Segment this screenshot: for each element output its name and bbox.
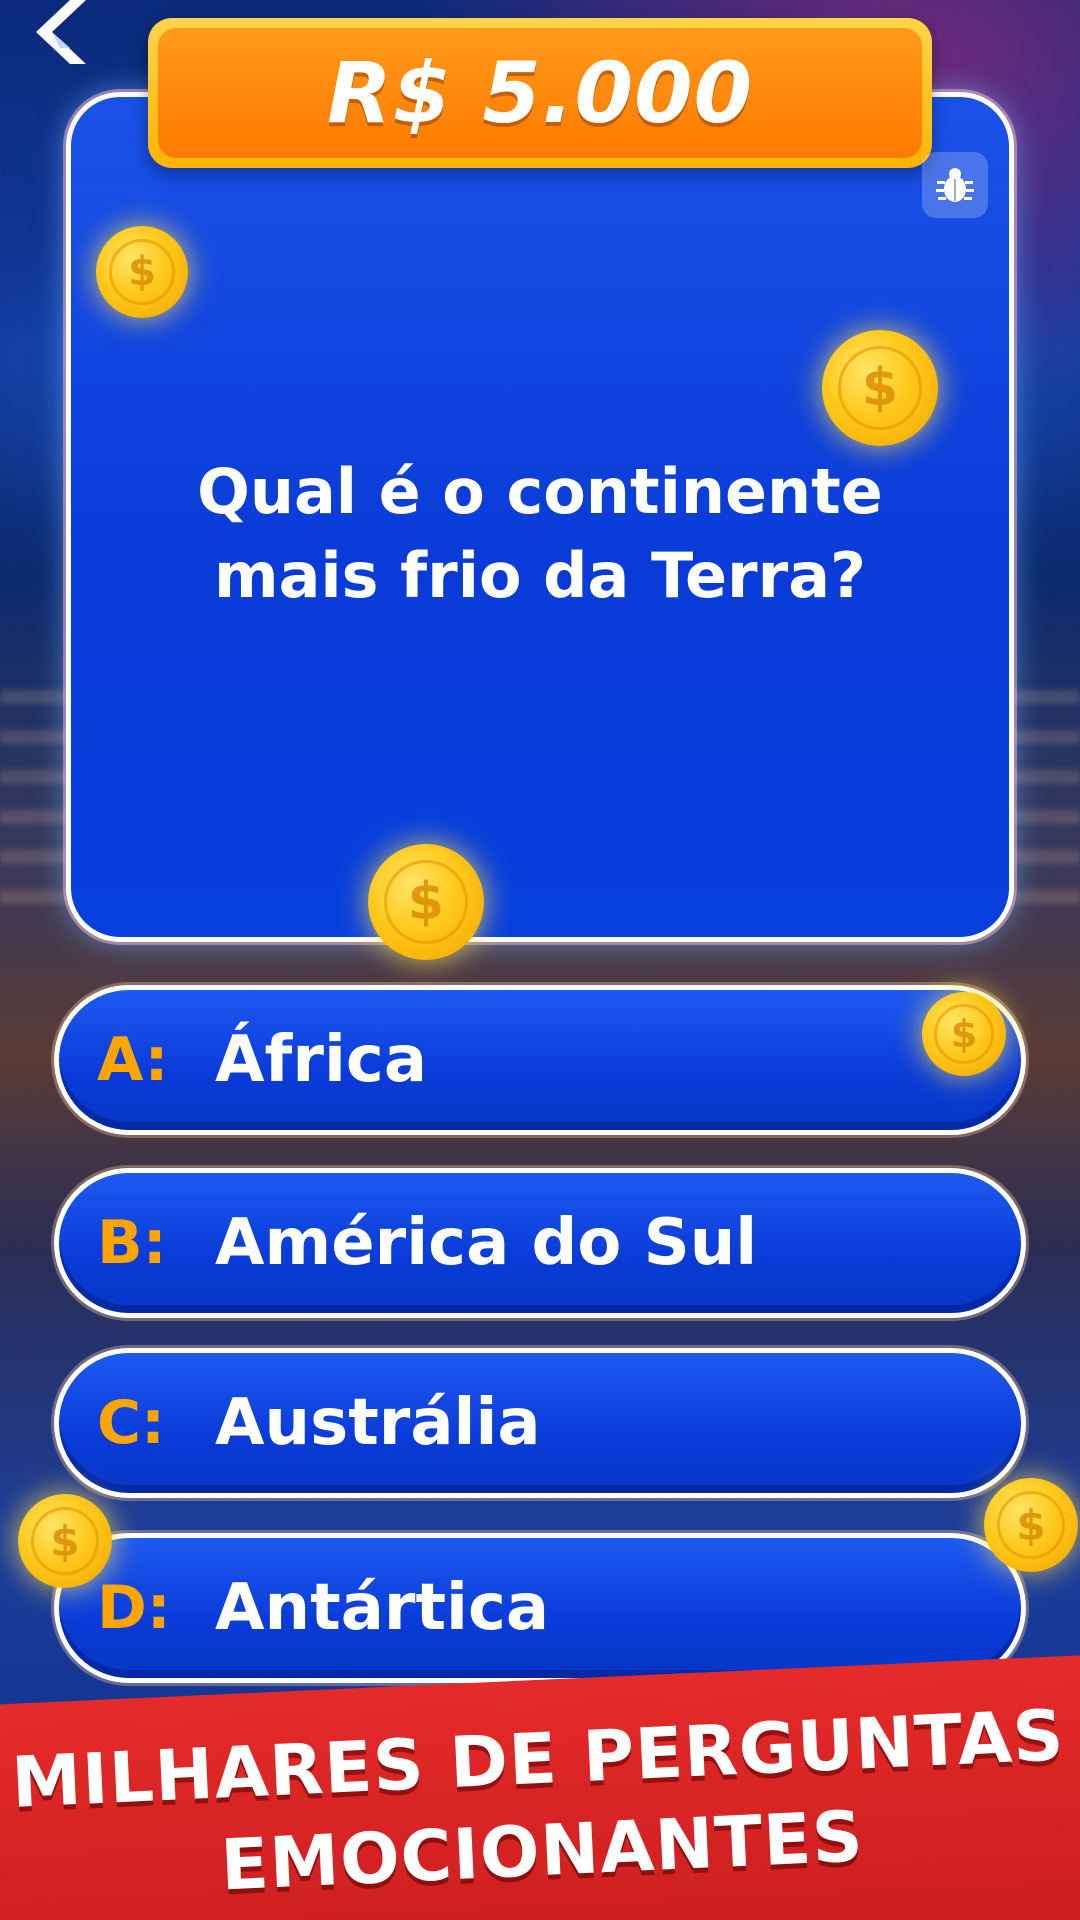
answer-text: Austrália xyxy=(215,1386,541,1460)
answer-letter: C: xyxy=(97,1388,166,1458)
question-line-2: mais frio da Terra? xyxy=(213,539,867,612)
coin-icon: $ xyxy=(368,844,484,960)
bug-icon xyxy=(936,168,974,202)
answer-letter: B: xyxy=(97,1208,167,1278)
coin-icon: $ xyxy=(96,226,188,318)
answer-letter: D: xyxy=(97,1573,171,1643)
prize-banner: R$ 5.000 xyxy=(148,18,932,168)
answer-text: América do Sul xyxy=(215,1206,758,1280)
answer-a-button[interactable]: A: África xyxy=(54,985,1026,1135)
coin-icon: $ xyxy=(984,1478,1078,1572)
answer-text: Antártica xyxy=(215,1571,550,1645)
answer-d-button[interactable]: D: Antártica xyxy=(54,1533,1026,1683)
answer-b-button[interactable]: B: América do Sul xyxy=(54,1168,1026,1318)
coin-icon: $ xyxy=(922,992,1006,1076)
answer-c-button[interactable]: C: Austrália xyxy=(54,1348,1026,1498)
back-button[interactable] xyxy=(30,0,90,70)
answer-text: África xyxy=(215,1023,427,1097)
back-chevron-icon xyxy=(36,0,86,64)
bug-report-button[interactable] xyxy=(922,152,988,218)
answer-letter: A: xyxy=(97,1025,169,1095)
question-text: Qual é o continente mais frio da Terra? xyxy=(120,450,960,618)
prize-amount: R$ 5.000 xyxy=(326,44,754,142)
question-line-1: Qual é o continente xyxy=(197,455,883,528)
coin-icon: $ xyxy=(18,1494,112,1588)
prize-inner: R$ 5.000 xyxy=(158,28,922,158)
coin-icon: $ xyxy=(822,330,938,446)
